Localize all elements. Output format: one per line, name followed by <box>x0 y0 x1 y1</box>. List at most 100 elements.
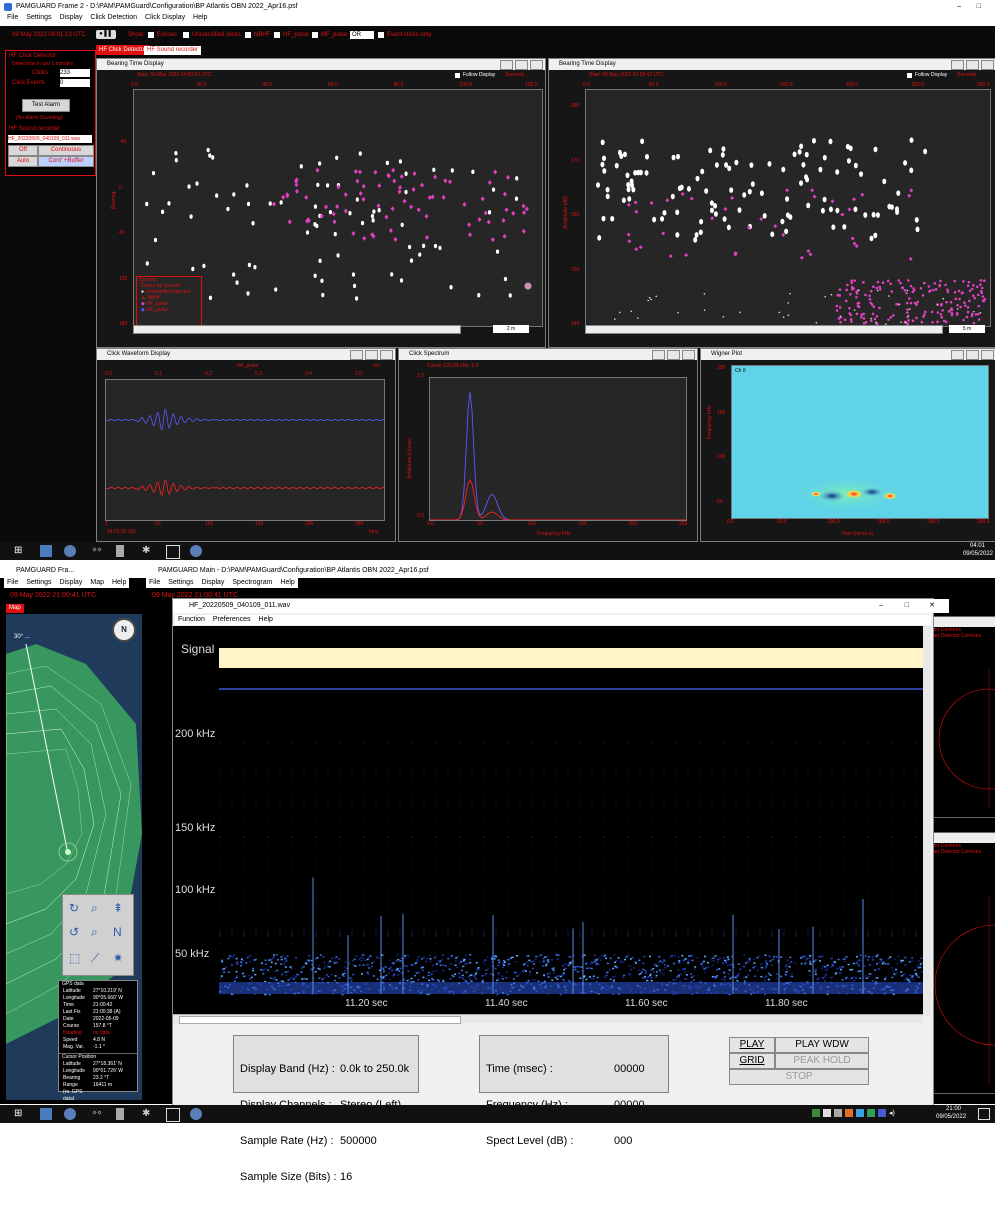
tray-icon-7[interactable] <box>878 1109 886 1117</box>
network-icon[interactable]: ⋄⋄ <box>92 1108 104 1120</box>
hf-pulse-checkbox[interactable] <box>274 32 280 38</box>
menu-display[interactable]: Display <box>59 14 82 21</box>
main-menu-spectrogram[interactable]: Spectrogram <box>232 579 272 586</box>
map-menu-help[interactable]: Help <box>112 579 126 586</box>
rotate-cw-icon[interactable]: ↺ <box>69 925 79 939</box>
tab-hf-sound-recorder[interactable]: HF Sound recorder <box>144 46 201 55</box>
settings-app-icon[interactable]: ✱ <box>142 545 154 557</box>
pamguard-active-icon[interactable] <box>190 545 202 557</box>
close-icon[interactable] <box>530 60 543 70</box>
close-icon[interactable]: ✕ <box>929 599 935 613</box>
tray-icon-3[interactable] <box>834 1109 842 1117</box>
btd2-scrollbar[interactable] <box>585 325 943 334</box>
minimize-icon[interactable] <box>951 350 964 360</box>
logic-select[interactable]: OR <box>350 31 374 39</box>
btd1-follow-checkbox[interactable] <box>455 73 460 78</box>
maximize-icon[interactable] <box>365 350 378 360</box>
maximize-icon[interactable]: □ <box>977 0 981 14</box>
btd1-span-select[interactable]: 2 m <box>493 325 529 333</box>
play-wdw-button[interactable]: PLAY WDW <box>775 1037 869 1053</box>
minimize-icon[interactable] <box>350 350 363 360</box>
spectrogram-area[interactable]: Signal 200 kHz 150 kHz 100 kHz 50 kHz 11… <box>173 626 923 1014</box>
close-icon[interactable] <box>682 350 695 360</box>
monitor-icon[interactable] <box>166 1108 180 1122</box>
wav-menu-help[interactable]: Help <box>259 616 273 623</box>
hscroll-thumb[interactable] <box>179 1016 461 1024</box>
peak-hold-button[interactable]: PEAK HOLD <box>775 1053 869 1069</box>
rotate-ccw-icon[interactable]: ↻ <box>69 901 79 915</box>
pamguard-icon[interactable] <box>64 1108 76 1120</box>
waveform-plot[interactable] <box>105 379 385 521</box>
settings-icon[interactable]: ✷ <box>113 951 123 965</box>
spectrogram-vscroll[interactable] <box>923 626 931 1016</box>
tab-hf-click-detector[interactable]: HF Click Detector <box>96 45 149 55</box>
pamguard-icon[interactable] <box>64 545 76 557</box>
maximize-icon[interactable] <box>966 60 979 70</box>
nbhf-checkbox[interactable] <box>245 32 251 38</box>
maximize-icon[interactable] <box>667 350 680 360</box>
recorder-off-button[interactable]: Off <box>8 145 38 156</box>
grid-button[interactable]: GRID <box>729 1053 775 1069</box>
wav-menu-function[interactable]: Function <box>178 616 205 623</box>
tray-icon-4[interactable] <box>845 1109 853 1117</box>
event-clicks-checkbox[interactable] <box>378 32 384 38</box>
minimize-icon[interactable]: – <box>879 599 883 613</box>
menu-file[interactable]: File <box>7 14 18 21</box>
minimize-icon[interactable]: – <box>957 0 961 14</box>
wav-menu-preferences[interactable]: Preferences <box>213 616 251 623</box>
btd2-follow-checkbox[interactable] <box>907 73 912 78</box>
menu-settings[interactable]: Settings <box>26 14 51 21</box>
storage-icon[interactable] <box>116 1108 124 1120</box>
map-menu-map[interactable]: Map <box>90 579 104 586</box>
echoes-checkbox[interactable] <box>148 32 154 38</box>
tray-icon-1[interactable] <box>812 1109 820 1117</box>
close-icon[interactable] <box>380 350 393 360</box>
minimize-icon[interactable] <box>951 60 964 70</box>
notification-icon[interactable] <box>978 1108 990 1120</box>
file-explorer-icon[interactable] <box>40 1108 52 1120</box>
windows-start-icon[interactable]: ⊞ <box>14 545 26 557</box>
main-menu-display[interactable]: Display <box>201 579 224 586</box>
recorder-continuous-button[interactable]: Continuous <box>38 145 94 156</box>
play-pause-button[interactable]: ● ▌▌ <box>96 30 116 39</box>
menu-click-detection[interactable]: Click Detection <box>90 14 137 21</box>
play-button[interactable]: PLAY <box>729 1037 775 1053</box>
minimize-icon[interactable] <box>500 60 513 70</box>
main-menu-settings[interactable]: Settings <box>168 579 193 586</box>
mf-pulse-checkbox[interactable] <box>312 32 318 38</box>
close-icon[interactable] <box>981 350 994 360</box>
tray-icon-6[interactable] <box>867 1109 875 1117</box>
pamguard-active-icon[interactable] <box>190 1108 202 1120</box>
wigner-image[interactable]: Ch 0 <box>731 365 989 519</box>
menu-help[interactable]: Help <box>193 14 207 21</box>
maximize-icon[interactable] <box>966 350 979 360</box>
tray-icon-5[interactable] <box>856 1109 864 1117</box>
main-menu-file[interactable]: File <box>149 579 160 586</box>
compass-rose[interactable]: N <box>112 618 136 642</box>
settings-app-icon[interactable]: ✱ <box>142 1108 154 1120</box>
monitor-icon[interactable] <box>166 545 180 559</box>
storage-icon[interactable] <box>116 545 124 557</box>
map-tab[interactable]: Map <box>6 604 24 613</box>
zoom-out-icon[interactable]: ⌕ <box>91 925 98 940</box>
main-menu-help[interactable]: Help <box>280 579 294 586</box>
close-icon[interactable] <box>981 60 994 70</box>
unclassified-checkbox[interactable] <box>183 32 189 38</box>
spectrogram-hscroll[interactable] <box>173 1014 923 1023</box>
stop-button[interactable]: STOP <box>729 1069 869 1085</box>
map-menu-display[interactable]: Display <box>59 579 82 586</box>
select-area-icon[interactable]: ⬚ <box>69 951 80 965</box>
measure-icon[interactable]: ⟋ <box>91 951 99 966</box>
tray-icon-2[interactable] <box>823 1109 831 1117</box>
btd1-scrollbar[interactable] <box>133 325 461 334</box>
map-menu-settings[interactable]: Settings <box>26 579 51 586</box>
maximize-icon[interactable]: □ <box>905 599 909 613</box>
spectrum-plot[interactable] <box>429 377 687 521</box>
network-icon[interactable]: ⋄⋄ <box>92 545 104 557</box>
pan-up-icon[interactable]: ⇞ <box>113 901 123 915</box>
maximize-icon[interactable] <box>515 60 528 70</box>
north-up-icon[interactable]: N <box>113 925 122 939</box>
btd2-span-select[interactable]: 5 m <box>949 325 985 333</box>
windows-start-icon[interactable]: ⊞ <box>14 1108 26 1120</box>
file-explorer-icon[interactable] <box>40 545 52 557</box>
